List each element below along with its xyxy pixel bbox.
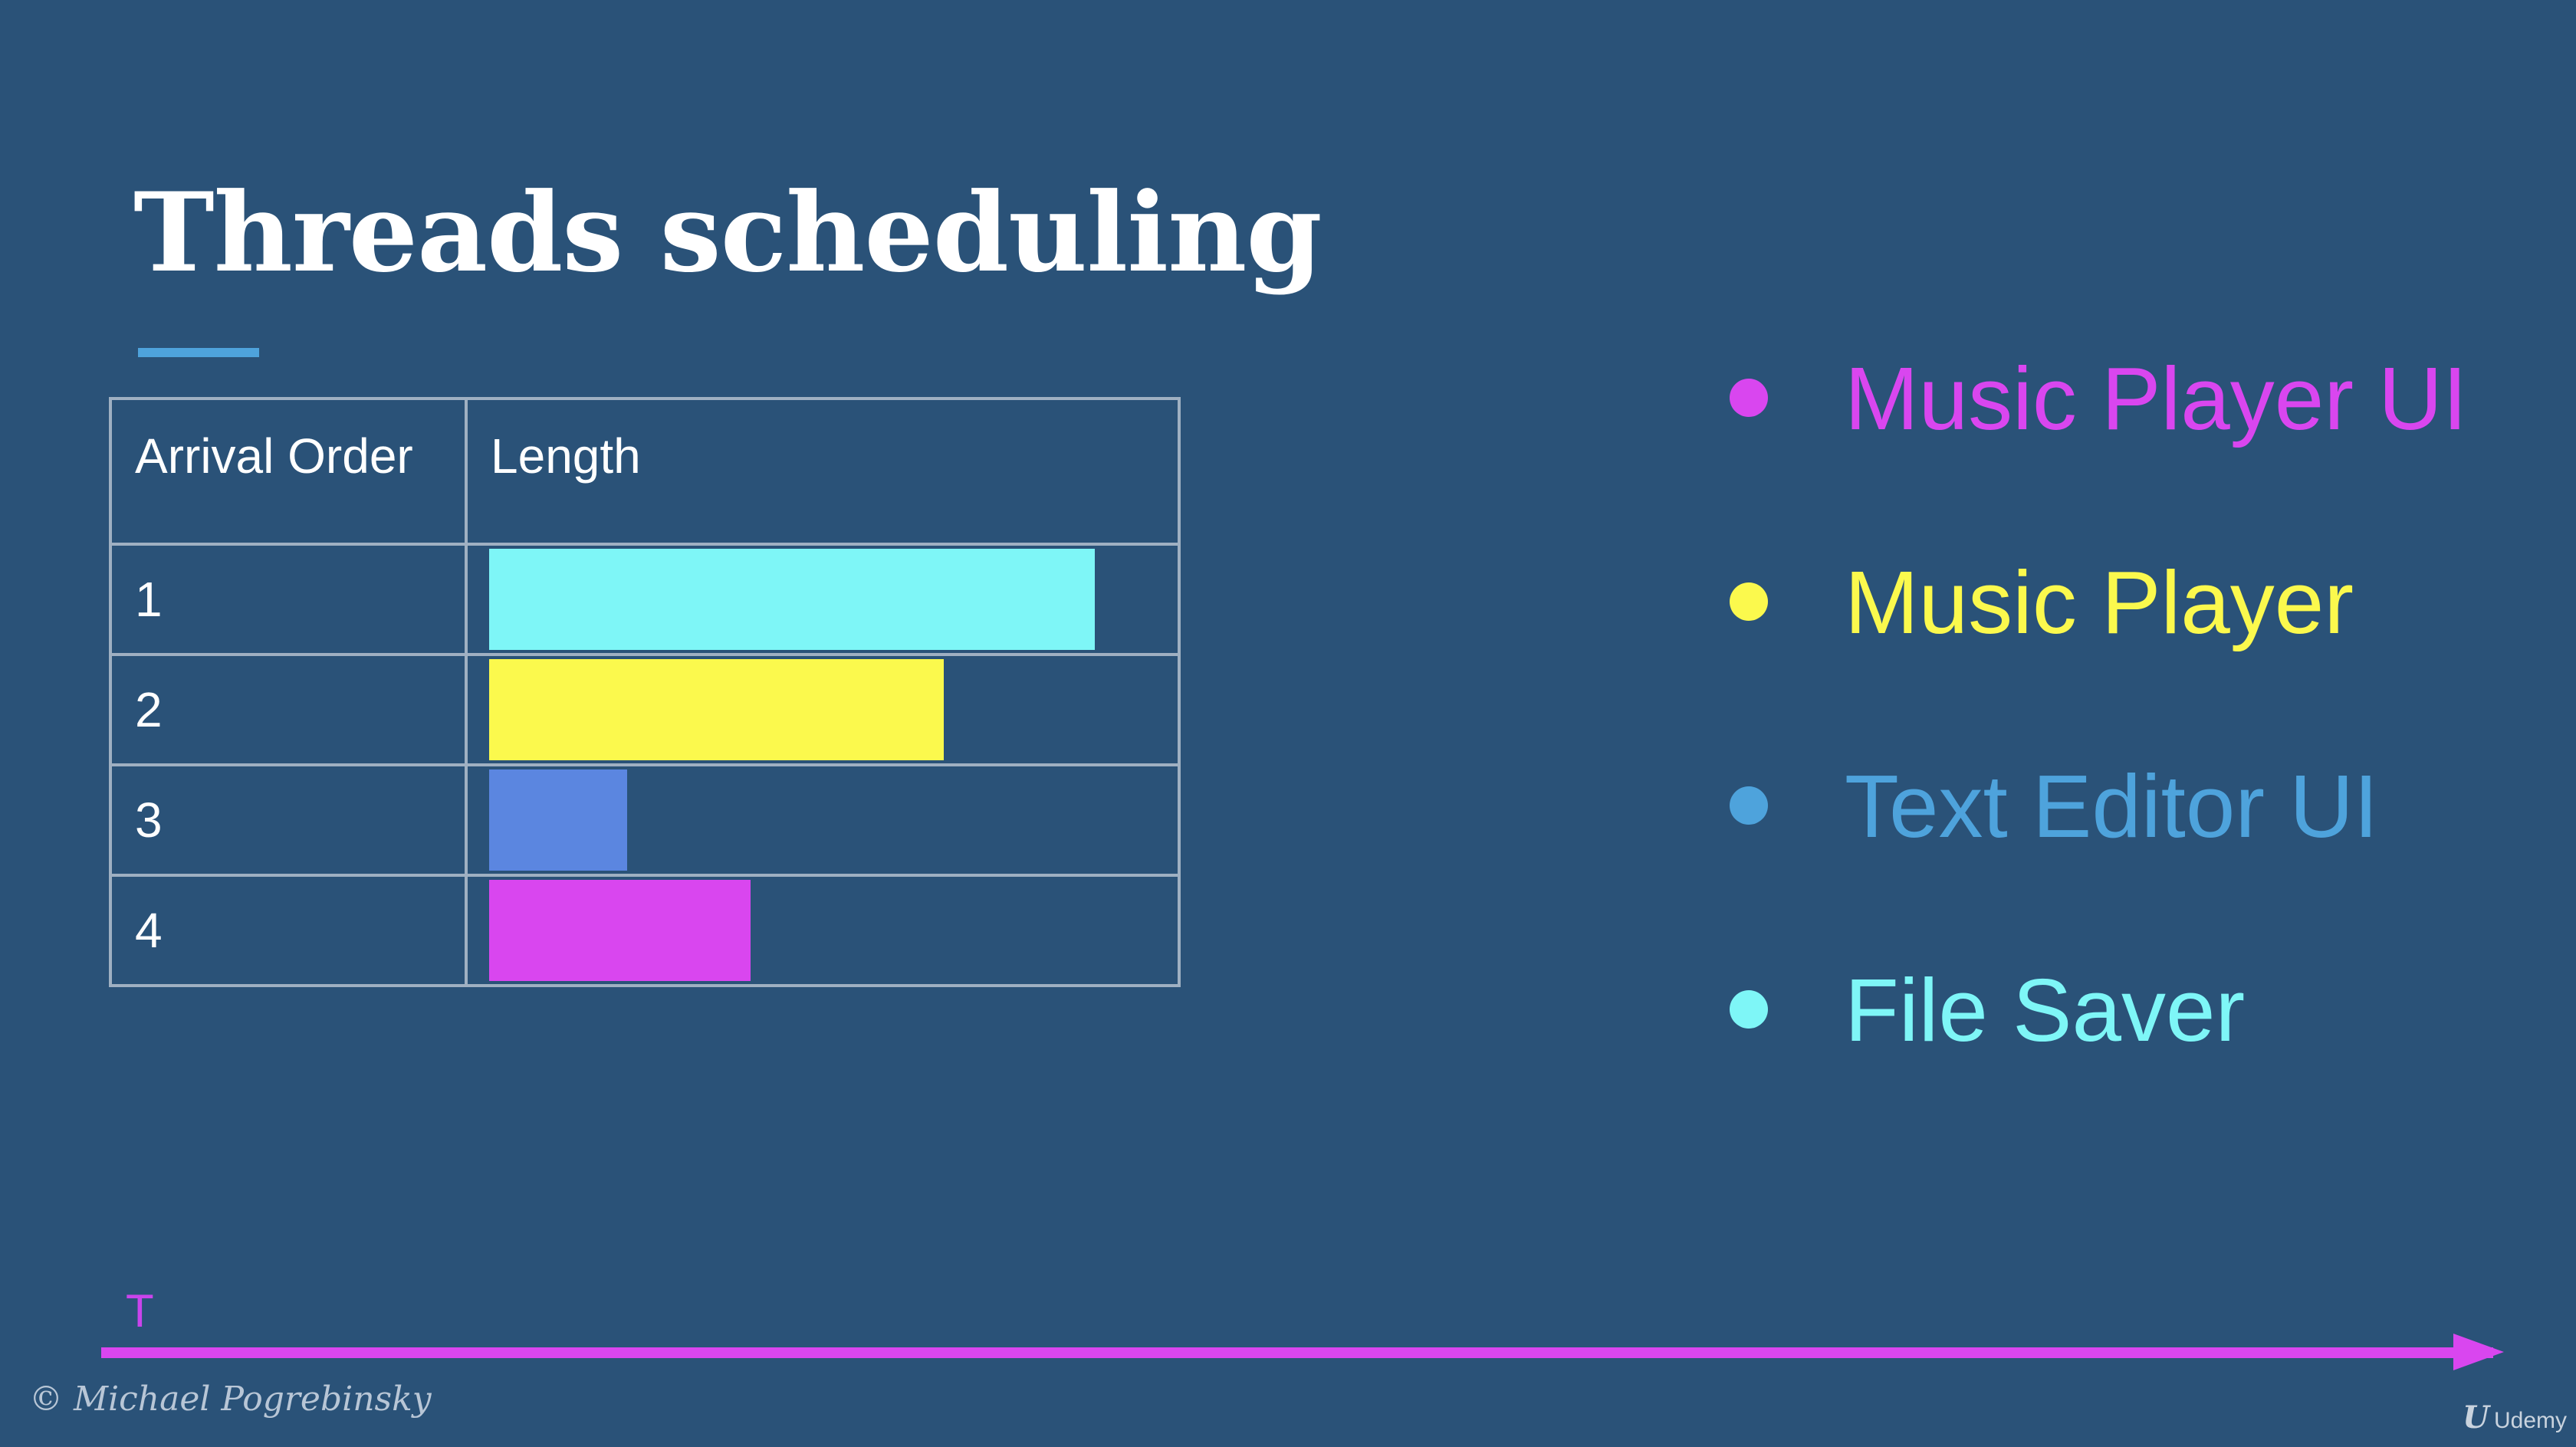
thread-label: Text Editor UI [1845, 756, 2379, 856]
arrow-right-icon [2453, 1334, 2504, 1370]
thread-label: Music Player [1845, 553, 2354, 652]
copyright-text: © Michael Pogrebinsky [29, 1380, 432, 1419]
length-bar [489, 549, 1095, 650]
table-row: 4 [109, 874, 1181, 987]
brand-name: Udemy [2493, 1408, 2567, 1433]
table-row: 1 [109, 543, 1181, 656]
header-arrival-order: Arrival Order [109, 397, 468, 546]
length-cell [465, 543, 1181, 656]
scheduling-table: Arrival Order Length 1 2 3 4 [109, 397, 1181, 987]
table-header-row: Arrival Order Length [109, 397, 1181, 546]
length-cell [465, 874, 1181, 987]
bullet-icon [1730, 379, 1768, 417]
bullet-icon [1730, 582, 1768, 621]
table-row: 3 [109, 763, 1181, 877]
thread-label: Music Player UI [1845, 349, 2468, 448]
bullet-icon [1730, 786, 1768, 825]
length-bar [489, 880, 751, 981]
timeline-axis [101, 1347, 2493, 1358]
arrival-order-cell: 3 [109, 763, 468, 877]
arrival-order-cell: 1 [109, 543, 468, 656]
thread-label: File Saver [1845, 960, 2246, 1060]
time-label: T [126, 1285, 154, 1337]
header-length: Length [465, 397, 1181, 546]
udemy-logo-icon: U [2463, 1399, 2489, 1436]
slide: Threads scheduling Arrival Order Length … [0, 0, 2576, 1447]
length-bar [489, 769, 627, 871]
length-bar [489, 659, 944, 760]
slide-title: Threads scheduling [133, 169, 1322, 297]
brand-logo: U Udemy [2463, 1399, 2567, 1436]
title-underline [138, 348, 259, 357]
length-cell [465, 763, 1181, 877]
arrival-order-cell: 2 [109, 653, 468, 766]
bullet-icon [1730, 990, 1768, 1029]
arrival-order-cell: 4 [109, 874, 468, 987]
table-row: 2 [109, 653, 1181, 766]
length-cell [465, 653, 1181, 766]
